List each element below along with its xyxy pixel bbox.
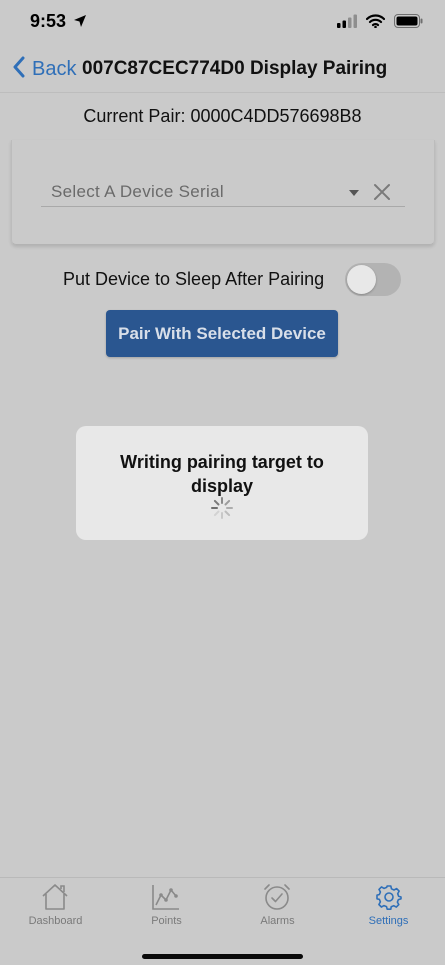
back-button[interactable]: Back xyxy=(12,56,76,83)
device-serial-placeholder: Select A Device Serial xyxy=(51,182,224,201)
tab-dashboard[interactable]: Dashboard xyxy=(0,878,111,938)
cellular-signal-icon xyxy=(337,14,357,33)
tab-points[interactable]: Points xyxy=(111,878,222,938)
nav-bar: Back 007C87CEC774D0 Display Pairing xyxy=(0,48,445,93)
page-title: 007C87CEC774D0 Display Pairing xyxy=(82,58,388,79)
tab-label: Alarms xyxy=(260,915,295,927)
pair-with-selected-device-button[interactable]: Pair With Selected Device xyxy=(106,310,338,357)
battery-icon xyxy=(394,14,423,33)
tab-label: Settings xyxy=(368,915,409,927)
tab-alarms[interactable]: Alarms xyxy=(222,878,333,938)
status-time: 9:53 xyxy=(30,11,67,31)
status-bar: 9:53 xyxy=(0,0,445,44)
tab-bar: Dashboard Points Alarms Settings xyxy=(0,877,445,965)
close-icon[interactable] xyxy=(372,182,392,202)
device-serial-select[interactable]: Select A Device Serial xyxy=(41,180,405,207)
device-select-card: Select A Device Serial xyxy=(11,140,435,245)
wifi-icon xyxy=(365,14,386,33)
sleep-toggle[interactable] xyxy=(345,263,401,296)
back-label: Back xyxy=(32,58,77,80)
chevron-left-icon xyxy=(12,56,26,83)
spinner-icon xyxy=(210,496,234,525)
loading-dialog: Writing pairing target to display xyxy=(76,426,368,540)
tab-settings[interactable]: Settings xyxy=(333,878,444,938)
sleep-toggle-label: Put Device to Sleep After Pairing xyxy=(63,269,325,289)
sleep-toggle-row: Put Device to Sleep After Pairing xyxy=(0,262,445,298)
caret-down-icon[interactable] xyxy=(349,190,359,196)
location-arrow-icon xyxy=(73,14,87,33)
loading-message: Writing pairing target to display xyxy=(120,452,324,496)
toggle-knob xyxy=(347,265,376,294)
tab-label: Points xyxy=(151,915,182,927)
current-pair-text: Current Pair: 0000C4DD576698B8 xyxy=(83,106,362,126)
tab-label: Dashboard xyxy=(28,915,83,927)
home-indicator xyxy=(142,954,303,959)
